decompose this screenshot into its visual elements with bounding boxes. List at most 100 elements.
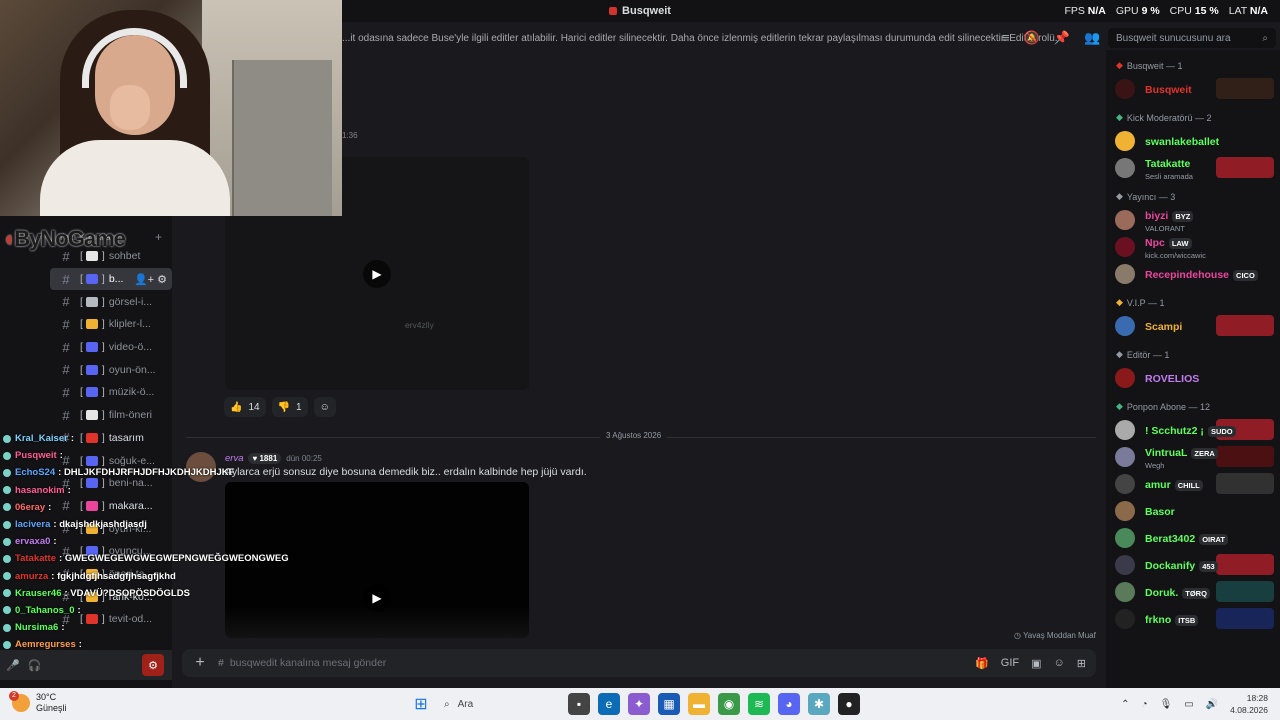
search-input[interactable]: Busqweit sunucusunu ara ⌕ — [1108, 28, 1276, 48]
members-icon[interactable]: 👥 — [1084, 30, 1100, 46]
play-icon[interactable]: ▶ — [363, 260, 391, 288]
windows-start-icon[interactable]: ⊞ — [410, 693, 432, 715]
store-icon[interactable]: ▦ — [658, 693, 680, 715]
volume-icon[interactable]: 🔊 — [1206, 699, 1218, 710]
clock[interactable]: 18:28 4.08.2026 — [1230, 692, 1268, 716]
member-item[interactable]: swanlakeballet — [1106, 127, 1280, 154]
chevron-up-icon[interactable]: ⌃ — [1121, 699, 1129, 710]
member-group-header: ◆ Busqweit — 1 — [1116, 60, 1183, 71]
gift-icon[interactable]: 🎁 — [975, 657, 989, 670]
lat-stat: LAT N/A — [1228, 5, 1268, 17]
avatar — [1115, 554, 1135, 575]
channel-item[interactable]: #[] oyun-ön... — [50, 358, 172, 381]
member-item[interactable]: Berat3402 OIRAT — [1106, 524, 1280, 551]
member-item[interactable]: biyzi BYZ VALORANT — [1106, 206, 1280, 233]
chat-badge-icon — [3, 589, 11, 598]
microphone-icon[interactable]: 🎤 — [6, 659, 20, 672]
channel-item[interactable]: #[] klipler-l... — [50, 313, 172, 336]
stream-chat-line: lacivera: dkajshdkjashdjasdj — [0, 516, 290, 533]
stream-chat-line: Tatakatte: GWEGWEGEWGWEGWEPNGWEĞGWEONGWE… — [0, 550, 290, 567]
stream-chat-line: Nursima6: — [0, 619, 290, 636]
member-item[interactable]: Busqweit — [1106, 75, 1280, 102]
discord-icon[interactable]: ◕ — [778, 693, 800, 715]
cpu-stat: CPU 15 % — [1169, 5, 1219, 17]
stream-chat-line: 06eray: — [0, 499, 290, 516]
mic-tray-icon[interactable]: 🎙 — [1160, 699, 1173, 710]
settings-gear-icon[interactable]: ⚙ — [142, 654, 164, 676]
member-item[interactable]: Basor — [1106, 497, 1280, 524]
copilot-icon[interactable]: ✦ — [628, 693, 650, 715]
member-item[interactable]: VintruaL ZERA Wegh — [1106, 443, 1280, 470]
channel-label: film-öneri — [108, 409, 153, 422]
spotify-icon[interactable]: ≋ — [748, 693, 770, 715]
reactions: 👍 14 👎 1 ☺ — [224, 397, 336, 417]
clan-tag: ITSB — [1175, 614, 1199, 626]
chat-nick: Aemregurses — [15, 639, 76, 651]
stream-chat-line: EchoS24: DHLJKFDHJRFHJDFHJKDHJKDHJKF — [0, 464, 290, 481]
channel-settings-icon[interactable]: 👤+ ⚙ — [134, 273, 167, 286]
taskbar-search[interactable]: ⌕ Ara — [440, 692, 560, 716]
member-item[interactable]: Doruk. TØRQ — [1106, 578, 1280, 605]
chrome-icon[interactable]: ◉ — [718, 693, 740, 715]
channel-item[interactable]: #[] film-öneri — [50, 404, 172, 427]
server-title: Busqweit — [609, 5, 671, 17]
member-item[interactable]: Scampi — [1106, 312, 1280, 339]
member-item[interactable]: amur CHILL — [1106, 470, 1280, 497]
chat-message: : — [67, 484, 71, 496]
gif-icon[interactable]: GIF — [1001, 657, 1019, 670]
sticker-icon[interactable]: ▣ — [1031, 657, 1041, 670]
clan-tag: ZERA — [1191, 448, 1218, 459]
channel-topic[interactable]: ...it odasına sadece Buse'yle ilgili edi… — [342, 26, 1104, 50]
chat-nick: amurza — [15, 570, 49, 582]
network-icon[interactable]: ◔ — [1142, 699, 1148, 710]
avatar — [1115, 419, 1135, 440]
clan-tag: TØRQ — [1182, 587, 1210, 599]
chat-nick: Tatakatte — [15, 553, 57, 565]
server-icon — [609, 7, 618, 15]
clapper-icon — [85, 410, 98, 421]
thumbs-down-icon: 👎 — [277, 401, 291, 413]
add-reaction-button[interactable]: ☺ — [313, 397, 336, 417]
gpu-stat: GPU 9 % — [1115, 5, 1160, 17]
member-item[interactable]: Tatakatte Sesli aramada — [1106, 154, 1280, 181]
settings-app-icon[interactable]: ✱ — [808, 693, 830, 715]
message-composer[interactable]: + # busqwedit kanalına mesaj gönder 🎁 GI… — [182, 649, 1096, 677]
obs-icon[interactable]: ● — [838, 693, 860, 715]
channel-item[interactable]: #[] b... 👤+ ⚙ — [50, 267, 172, 291]
member-item[interactable]: Dockanify 453 — [1106, 551, 1280, 578]
display-icon[interactable]: ▭ — [1184, 699, 1193, 710]
member-group-header: ◆ Yayıncı — 3 — [1116, 191, 1176, 202]
weather-widget[interactable]: 2 30°C Güneşli — [9, 691, 67, 714]
edge-icon[interactable]: e — [598, 693, 620, 715]
play-icon[interactable]: ▶ — [363, 584, 391, 612]
pin-icon[interactable]: 📌 — [1054, 30, 1070, 46]
music-icon — [85, 387, 98, 398]
reaction-thumbs-down[interactable]: 👎 1 — [271, 397, 308, 417]
member-item[interactable]: frkno ITSB — [1106, 605, 1280, 632]
channel-item[interactable]: #[] müzik-ö... — [50, 381, 172, 404]
add-channel-icon[interactable]: + — [155, 230, 162, 244]
member-group-header: ◆ Editör — 1 — [1116, 349, 1170, 360]
apps-icon[interactable]: ⊞ — [1077, 657, 1086, 670]
channel-hash-icon: # — [62, 339, 70, 355]
chat-message: : — [53, 536, 57, 548]
date-divider-label: 3 Ağustos 2026 — [600, 431, 668, 440]
member-name: biyzi — [1145, 210, 1169, 222]
channel-hash-icon: # — [62, 407, 70, 423]
member-item[interactable]: Npc LAW kick.com/wiccawic — [1106, 233, 1280, 260]
channel-item[interactable]: #[] görsel-i... — [50, 290, 172, 313]
mute-bell-icon[interactable]: 🔕 — [1024, 30, 1040, 46]
member-item[interactable]: ROVELIOS — [1106, 364, 1280, 391]
headphones-icon[interactable]: 🎧 — [28, 659, 42, 672]
member-item[interactable]: ! Scchutz2 ¡ SUDO — [1106, 416, 1280, 443]
task-view-icon[interactable]: ▪ — [568, 693, 590, 715]
threads-icon[interactable]: ≡ — [1002, 30, 1010, 46]
member-item[interactable]: Recepindehouse CICO — [1106, 260, 1280, 287]
channel-item[interactable]: #[] video-ö... — [50, 336, 172, 359]
avatar — [1115, 209, 1135, 230]
emoji-icon[interactable]: ☺ — [1054, 657, 1065, 670]
member-group-header: ◆ Ponpon Abone — 12 — [1116, 401, 1210, 412]
reaction-thumbs-up[interactable]: 👍 14 — [224, 397, 266, 417]
file-explorer-icon[interactable]: ▬ — [688, 693, 710, 715]
chat-badge-icon — [3, 606, 11, 615]
